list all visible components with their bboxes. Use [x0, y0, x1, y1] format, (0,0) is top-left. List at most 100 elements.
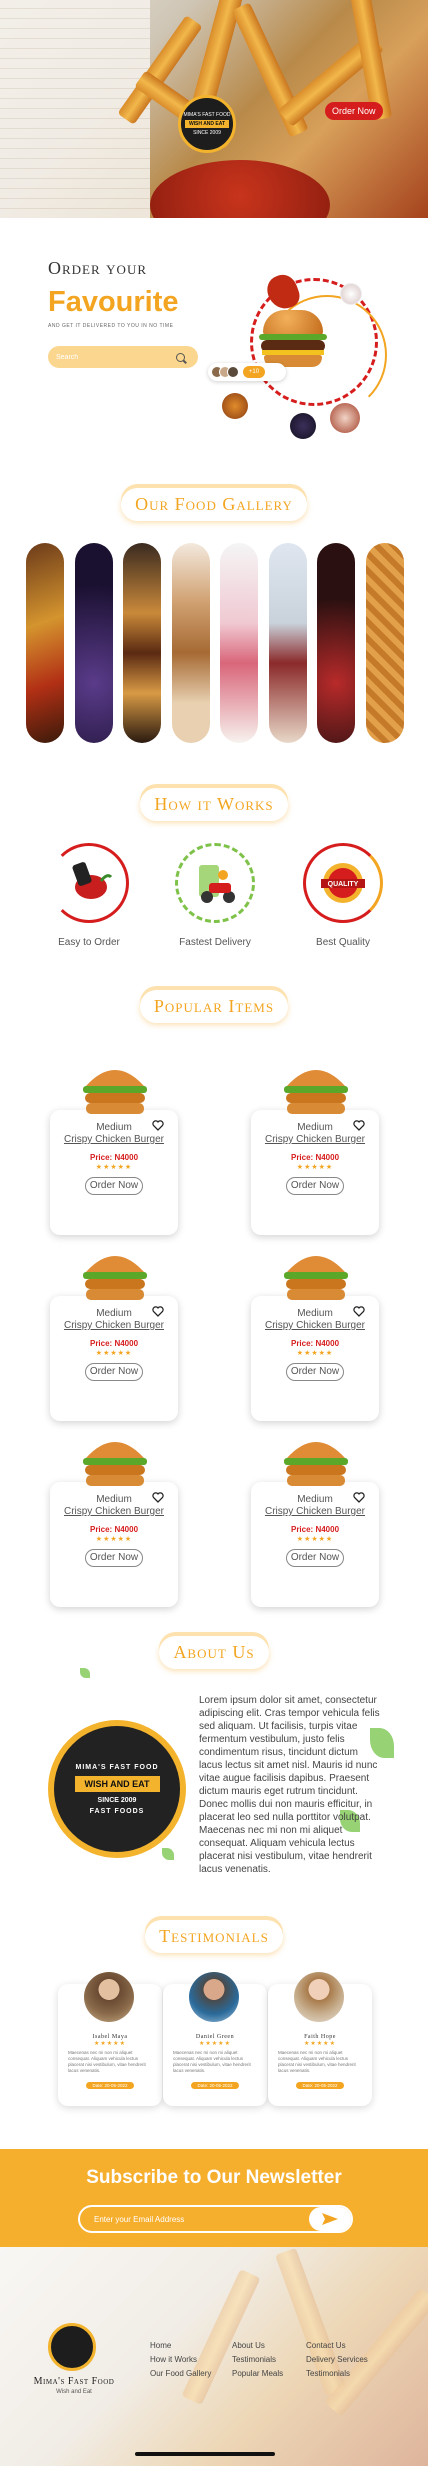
- quality-badge-icon: QUALITY: [303, 843, 383, 923]
- heart-icon[interactable]: [353, 1492, 365, 1503]
- testimonial-button[interactable]: Date: 20-05-2022: [191, 2082, 239, 2089]
- testimonial-button[interactable]: Date: 20-05-2022: [296, 2082, 344, 2089]
- search-input[interactable]: [56, 353, 176, 361]
- footer-link-popular-meals[interactable]: Popular Meals: [232, 2367, 283, 2381]
- leaf-decoration: [162, 1848, 174, 1860]
- testimonial-button[interactable]: Date: 20-05-2022: [86, 2082, 134, 2089]
- order-now-button[interactable]: Order Now: [286, 1363, 344, 1381]
- footer-link-home[interactable]: Home: [150, 2339, 211, 2353]
- item-rating: ★★★★★: [95, 1536, 133, 1543]
- footer-link-contact[interactable]: Contact Us: [306, 2339, 368, 2353]
- gallery-image-burger[interactable]: [123, 543, 162, 743]
- footer-link-testimonials[interactable]: Testimonials: [306, 2367, 368, 2381]
- burger-image: [281, 1432, 351, 1492]
- item-price: Price: N4000: [89, 1153, 139, 1162]
- testimonial-card: Faith Hope ★★★★★ Maecenas nec mi non mi …: [268, 1972, 372, 2106]
- footer-link-delivery[interactable]: Delivery Services: [306, 2353, 368, 2367]
- popular-item-card: Medium Crispy Chicken Burger Price: N400…: [50, 1070, 178, 1235]
- item-price: Price: N4000: [290, 1153, 340, 1162]
- delivery-scooter-icon: [175, 843, 255, 923]
- favourite-heading: Favourite: [48, 286, 179, 318]
- avatar: [84, 1972, 134, 2022]
- food-thumb-image[interactable]: [222, 393, 248, 419]
- order-now-button[interactable]: Order Now: [325, 102, 383, 120]
- popular-item-card: Medium Crispy Chicken Burger Price: N400…: [50, 1256, 178, 1421]
- search-icon[interactable]: [176, 352, 185, 362]
- food-thumb-image[interactable]: [290, 413, 316, 439]
- how-step-label: Best Quality: [316, 937, 370, 948]
- customer-count: +10: [243, 366, 265, 378]
- item-rating: ★★★★★: [95, 1350, 133, 1357]
- footer-links-col3: Contact Us Delivery Services Testimonial…: [306, 2339, 368, 2381]
- burger-image: [281, 1060, 351, 1120]
- footer-logo[interactable]: [48, 2323, 96, 2371]
- item-price: Price: N4000: [290, 1339, 340, 1348]
- order-subtitle: AND GET IT DELIVERED TO YOU IN NO TIME: [48, 323, 174, 329]
- customer-avatars: +10: [208, 363, 286, 381]
- footer-tagline: Wish and Eat: [56, 2389, 92, 2395]
- footer-link-about[interactable]: About Us: [232, 2339, 283, 2353]
- burger-image: [80, 1432, 150, 1492]
- gallery-image-pizza[interactable]: [26, 543, 64, 743]
- newsletter-title: Subscribe to Our Newsletter: [86, 2167, 342, 2188]
- testimonial-text: Maecenas nec mi non mi aliquet consequat…: [278, 2050, 356, 2073]
- heart-icon[interactable]: [353, 1306, 365, 1317]
- footer-link-how-it-works[interactable]: How it Works: [150, 2353, 211, 2367]
- brand-logo[interactable]: MIMA'S FAST FOOD WISH AND EAT SINCE 2009: [178, 95, 236, 153]
- home-indicator: [135, 2452, 275, 2456]
- item-rating: ★★★★★: [296, 1536, 334, 1543]
- gallery-image-onion-rings[interactable]: [171, 543, 210, 743]
- leaf-decoration: [80, 1668, 90, 1678]
- item-rating: ★★★★★: [296, 1164, 334, 1171]
- about-section-title: About Us: [0, 1636, 428, 1669]
- item-name[interactable]: Crispy Chicken Burger: [50, 1134, 178, 1145]
- heart-icon[interactable]: [353, 1120, 365, 1131]
- order-now-button[interactable]: Order Now: [85, 1177, 143, 1195]
- order-now-button[interactable]: Order Now: [286, 1177, 344, 1195]
- avatar: [294, 1972, 344, 2022]
- burger-hero-image: [258, 310, 328, 370]
- popular-item-card: Medium Crispy Chicken Burger Price: N400…: [251, 1442, 379, 1607]
- send-icon: [322, 2213, 338, 2225]
- item-rating: ★★★★★: [296, 1350, 334, 1357]
- footer: Mima's Fast Food Wish and Eat Home How i…: [0, 2247, 428, 2466]
- item-rating: ★★★★★: [95, 1164, 133, 1171]
- item-name[interactable]: Crispy Chicken Burger: [251, 1320, 379, 1331]
- heart-icon[interactable]: [152, 1120, 164, 1131]
- gallery-image-blueberries[interactable]: [74, 543, 113, 743]
- gallery-image-cherries[interactable]: [317, 543, 356, 743]
- badge-bottom-text: FAST FOODS: [89, 1807, 145, 1815]
- item-name[interactable]: Crispy Chicken Burger: [251, 1134, 379, 1145]
- item-name[interactable]: Crispy Chicken Burger: [50, 1506, 178, 1517]
- item-name[interactable]: Crispy Chicken Burger: [251, 1506, 379, 1517]
- burger-image: [80, 1246, 150, 1306]
- about-brand-badge: MIMA'S FAST FOOD WISH AND EAT SINCE 2009…: [48, 1720, 186, 1858]
- footer-brand: Mima's Fast Food: [33, 2376, 115, 2387]
- search-bar[interactable]: [48, 346, 198, 368]
- gallery-image-strawberry-cake[interactable]: [220, 543, 259, 743]
- testimonial-card: Isabel Maya ★★★★★ Maecenas nec mi non mi…: [58, 1972, 162, 2106]
- footer-link-testimonials[interactable]: Testimonials: [232, 2353, 283, 2367]
- footer-link-gallery[interactable]: Our Food Gallery: [150, 2367, 211, 2381]
- item-name[interactable]: Crispy Chicken Burger: [50, 1320, 178, 1331]
- gallery-image-waffles[interactable]: [365, 543, 404, 743]
- footer-links-col2: About Us Testimonials Popular Meals: [232, 2339, 283, 2381]
- food-thumb-image[interactable]: [330, 403, 360, 433]
- hero-banner: MIMA'S FAST FOOD WISH AND EAT SINCE 2009…: [0, 0, 428, 218]
- how-title: How it Works: [140, 788, 288, 821]
- send-button[interactable]: [309, 2207, 351, 2231]
- order-now-button[interactable]: Order Now: [85, 1363, 143, 1381]
- order-now-button[interactable]: Order Now: [286, 1549, 344, 1567]
- food-gallery: [26, 543, 404, 743]
- testimonial-card: Daniel Green ★★★★★ Maecenas nec mi non m…: [163, 1972, 267, 2106]
- popular-section-title: Popular Items: [0, 990, 428, 1023]
- item-price: Price: N4000: [89, 1525, 139, 1534]
- gallery-section-title: Our Food Gallery: [0, 488, 428, 521]
- heart-icon[interactable]: [152, 1306, 164, 1317]
- heart-icon[interactable]: [152, 1492, 164, 1503]
- how-section-title: How it Works: [0, 788, 428, 821]
- item-price: Price: N4000: [89, 1339, 139, 1348]
- dessert-thumb-image[interactable]: [340, 283, 362, 305]
- gallery-image-cupcakes[interactable]: [268, 543, 307, 743]
- order-now-button[interactable]: Order Now: [85, 1549, 143, 1567]
